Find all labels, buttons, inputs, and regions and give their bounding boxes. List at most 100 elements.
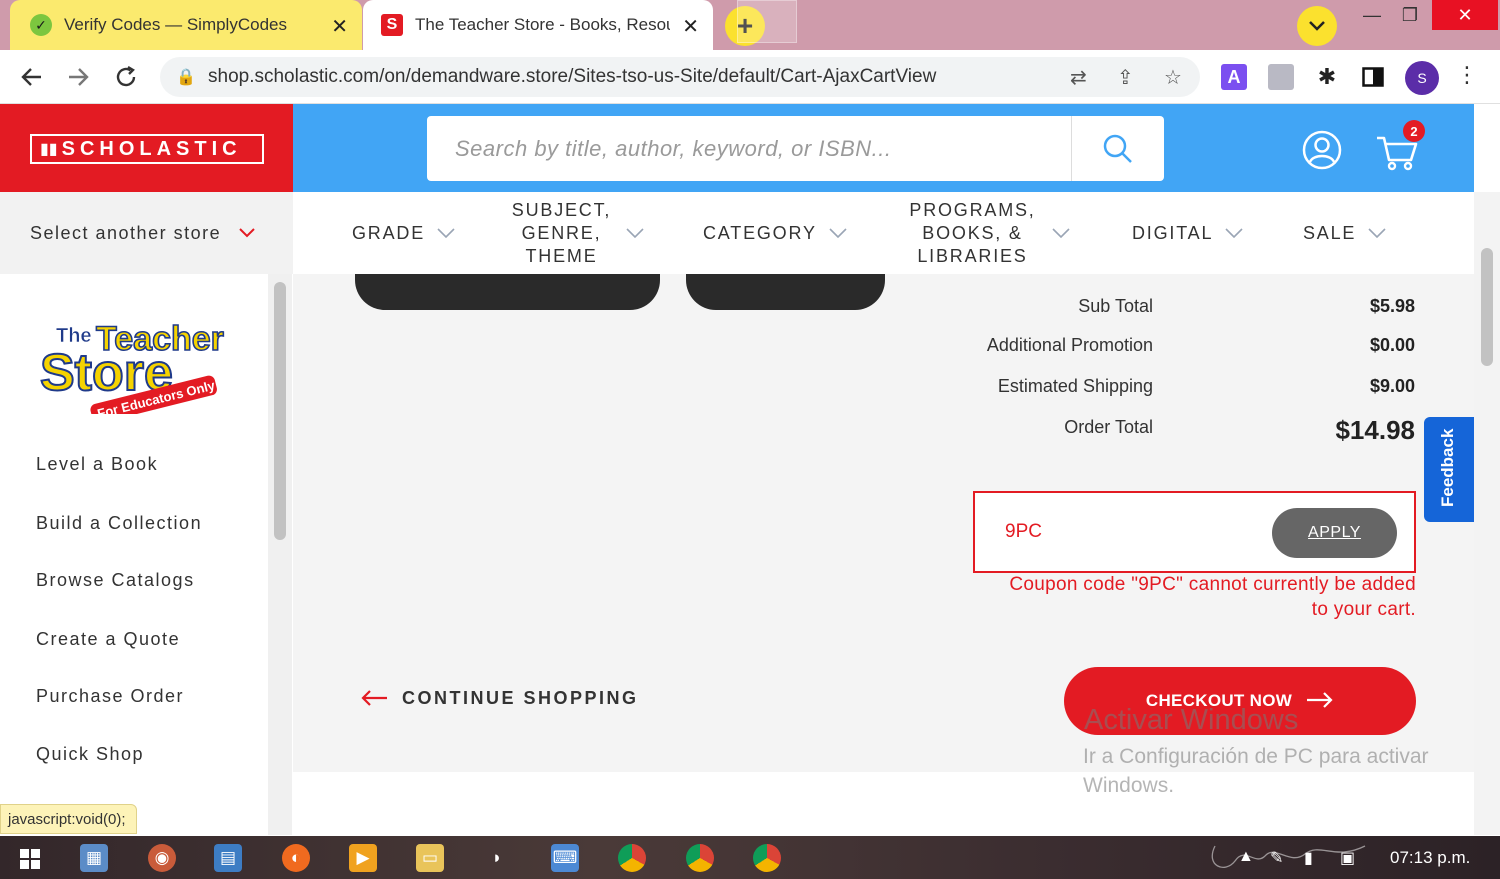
- media-app-icon[interactable]: ◉: [148, 844, 176, 872]
- windows-activation-title: Activar Windows: [1084, 704, 1299, 736]
- bookmark-star-icon[interactable]: ☆: [1164, 65, 1182, 90]
- profile-avatar[interactable]: S: [1405, 61, 1439, 95]
- estimated-shipping-label: Estimated Shipping: [997, 376, 1153, 396]
- back-arrow-icon[interactable]: [14, 59, 50, 95]
- tab-teacher-store[interactable]: S The Teacher Store - Books, Resou ✕: [363, 0, 713, 50]
- chevron-down-icon: [239, 225, 255, 241]
- nav-label: GRADE: [352, 222, 426, 243]
- nav-sale[interactable]: SALE: [1303, 192, 1386, 274]
- chrome-icon[interactable]: [618, 844, 646, 872]
- close-window-icon[interactable]: ✕: [1432, 0, 1498, 30]
- subtotal-value: $5.98: [1369, 296, 1415, 316]
- coupon-error-message: Coupon code "9PC" cannot currently be ad…: [960, 572, 1416, 622]
- subtotal-label: Sub Total: [1078, 296, 1153, 316]
- search-input[interactable]: Search by title, author, keyword, or ISB…: [427, 116, 1071, 181]
- browser-toolbar: 🔒 shop.scholastic.com/on/demandware.stor…: [0, 50, 1500, 104]
- continue-shopping-link[interactable]: CONTINUE SHOPPING: [360, 682, 639, 714]
- scholastic-s-icon: S: [381, 14, 403, 36]
- address-bar[interactable]: 🔒 shop.scholastic.com/on/demandware.stor…: [160, 57, 1200, 97]
- search-button[interactable]: [1071, 116, 1164, 181]
- nav-grade[interactable]: GRADE: [352, 192, 455, 274]
- cart-count-badge: 2: [1403, 120, 1425, 142]
- apply-coupon-button[interactable]: APPLY: [1272, 508, 1397, 558]
- coupon-error-line: Coupon code "9PC" cannot currently be ad…: [1009, 574, 1416, 595]
- nav-label: SUBJECT, GENRE, THEME: [511, 199, 612, 266]
- tray-expand-icon[interactable]: ▲: [1238, 848, 1254, 866]
- nav-digital[interactable]: DIGITAL: [1132, 192, 1243, 274]
- pen-icon[interactable]: ✎: [1270, 848, 1283, 868]
- chevron-down-icon: [626, 222, 644, 245]
- brand-text: SCHOLASTIC: [61, 137, 242, 160]
- sidebar-scrollbar[interactable]: [268, 274, 292, 835]
- side-panel-icon[interactable]: [1360, 64, 1386, 90]
- continue-shopping-label: CONTINUE SHOPPING: [402, 687, 639, 708]
- extension-image-icon[interactable]: [1268, 64, 1294, 90]
- arrow-right-icon: [1306, 688, 1334, 714]
- order-total-value: $14.98: [1335, 415, 1415, 445]
- nav-programs-books-libraries[interactable]: PROGRAMS, BOOKS, & LIBRARIES: [905, 192, 1070, 274]
- video-player-icon[interactable]: ▶: [349, 844, 377, 872]
- scrollbar-thumb[interactable]: [1481, 248, 1493, 366]
- open-book-icon: ▮▮: [40, 141, 58, 158]
- feedback-label: Feedback: [1438, 428, 1457, 507]
- file-explorer-icon[interactable]: ▭: [416, 844, 444, 872]
- chrome-active-icon[interactable]: [753, 844, 781, 872]
- tab-search-chevron-icon[interactable]: [1297, 6, 1337, 46]
- chevron-down-icon: [829, 222, 847, 245]
- calculator-app-icon[interactable]: ▦: [80, 844, 108, 872]
- reload-icon[interactable]: [108, 59, 144, 95]
- chrome-profile-icon[interactable]: [686, 844, 714, 872]
- coupon-error-line: to your cart.: [1311, 599, 1416, 620]
- extension-a-icon[interactable]: A: [1221, 64, 1247, 90]
- arrow-left-icon: [360, 682, 388, 714]
- site-logo-bar: ▮▮ SCHOLASTIC: [0, 104, 293, 192]
- tab-simplycodes[interactable]: ✓ Verify Codes — SimplyCodes ✕: [10, 0, 362, 50]
- status-bar-url: javascript:void(0);: [0, 804, 137, 834]
- close-tab-icon[interactable]: ✕: [331, 14, 348, 39]
- taskbar-clock[interactable]: 07:13 p.m.: [1390, 848, 1470, 868]
- translate-icon[interactable]: ⇄: [1070, 65, 1087, 90]
- sidebar-link-purchase-order[interactable]: Purchase Order: [36, 686, 184, 707]
- chevron-down-icon: [1368, 222, 1386, 245]
- account-icon[interactable]: [1302, 130, 1342, 170]
- store-select-dropdown[interactable]: Select another store: [0, 192, 293, 274]
- store-select-label: Select another store: [30, 222, 222, 243]
- sidebar-link-build-a-collection[interactable]: Build a Collection: [36, 513, 202, 534]
- restore-window-icon[interactable]: ❐: [1388, 0, 1432, 30]
- network-icon[interactable]: ▣: [1340, 848, 1355, 868]
- sidebar-link-level-a-book[interactable]: Level a Book: [36, 454, 158, 475]
- page-scrollbar[interactable]: [1474, 192, 1500, 835]
- share-icon[interactable]: ⇪: [1117, 65, 1134, 90]
- close-tab-icon[interactable]: ✕: [682, 14, 699, 39]
- nav-label: CATEGORY: [703, 222, 817, 243]
- firefox-icon[interactable]: ◐: [282, 844, 310, 872]
- battery-icon[interactable]: ▮: [1304, 848, 1313, 868]
- scholastic-logo[interactable]: ▮▮ SCHOLASTIC: [30, 134, 264, 164]
- lock-icon[interactable]: 🔒: [176, 67, 196, 87]
- sidebar-link-browse-catalogs[interactable]: Browse Catalogs: [36, 570, 195, 591]
- sidebar-link-create-a-quote[interactable]: Create a Quote: [36, 629, 180, 650]
- active-taskbar-item[interactable]: [737, 0, 797, 43]
- coupon-input[interactable]: 9PC: [1005, 521, 1042, 543]
- nav-category[interactable]: CATEGORY: [703, 192, 847, 274]
- security-app-icon[interactable]: ◗: [483, 844, 511, 872]
- browser-menu-icon[interactable]: ⋮: [1456, 62, 1478, 88]
- teacher-store-logo[interactable]: The Teacher Store For Educators Only: [40, 318, 230, 414]
- nav-subject-genre-theme[interactable]: SUBJECT, GENRE, THEME: [509, 192, 644, 274]
- scrollbar-thumb[interactable]: [274, 282, 286, 540]
- url-text[interactable]: shop.scholastic.com/on/demandware.store/…: [208, 66, 936, 88]
- chevron-down-icon: [1052, 222, 1070, 245]
- cart-action-button-partial[interactable]: [355, 274, 660, 310]
- forward-arrow-icon[interactable]: [60, 59, 96, 95]
- keyboard-app-icon[interactable]: ⌨: [551, 844, 579, 872]
- windows-activation-subtitle: Ir a Configuración de PC para activar Wi…: [1083, 745, 1429, 797]
- document-app-icon[interactable]: ▤: [214, 844, 242, 872]
- coupon-field[interactable]: 9PC APPLY: [973, 491, 1416, 573]
- sidebar-link-quick-shop[interactable]: Quick Shop: [36, 744, 144, 765]
- cart-action-button-partial[interactable]: [686, 274, 885, 310]
- feedback-tab[interactable]: Feedback: [1424, 417, 1474, 522]
- extensions-puzzle-icon[interactable]: ✱: [1314, 64, 1340, 90]
- windows-start-icon[interactable]: [16, 845, 44, 873]
- check-leaf-icon: ✓: [30, 14, 52, 36]
- additional-promotion-value: $0.00: [1369, 335, 1415, 355]
